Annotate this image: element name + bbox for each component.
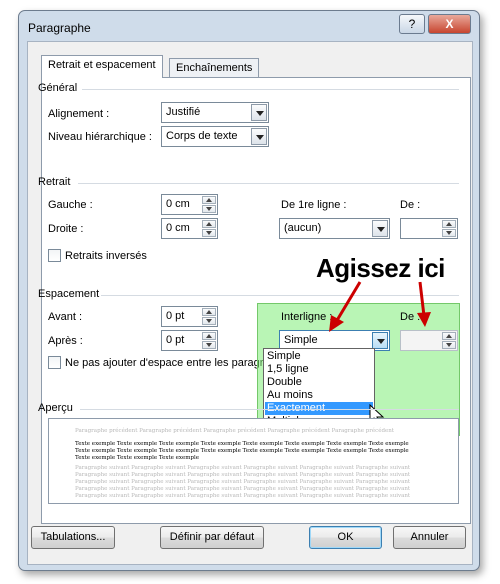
annotation-arrow-2 xyxy=(418,281,426,317)
preview-heading: Aperçu xyxy=(38,402,73,414)
tab-indent-spacing-label: Retrait et espacement xyxy=(48,59,156,71)
annotation-arrow-1 xyxy=(334,281,362,323)
preview-box: Paragraphe précédent Paragraphe précéden… xyxy=(48,418,459,504)
preview-next-line-2: Paragraphe suivant Paragraphe suivant Pa… xyxy=(75,472,411,478)
preview-next-line-1: Paragraphe suivant Paragraphe suivant Pa… xyxy=(75,465,411,471)
ok-button[interactable]: OK xyxy=(309,526,382,549)
annotation-arrowhead-2 xyxy=(417,312,431,327)
preview-sample-line-2: Texte exemple Texte exemple Texte exempl… xyxy=(75,448,409,454)
annotation-arrowhead-1 xyxy=(329,315,344,332)
preview-sample-line-3: Texte exemple Texte exemple Texte exempl… xyxy=(75,455,200,461)
set-default-button[interactable]: Définir par défaut xyxy=(160,526,264,549)
tabs-button[interactable]: Tabulations... xyxy=(31,526,115,549)
preview-next-line-4: Paragraphe suivant Paragraphe suivant Pa… xyxy=(75,486,411,492)
preview-next-line-3: Paragraphe suivant Paragraphe suivant Pa… xyxy=(75,479,411,485)
cancel-button[interactable]: Annuler xyxy=(393,526,466,549)
preview-prev-line: Paragraphe précédent Paragraphe précéden… xyxy=(75,428,395,434)
preview-sample-line-1: Texte exemple Texte exemple Texte exempl… xyxy=(75,441,409,447)
preview-next-line-5: Paragraphe suivant Paragraphe suivant Pa… xyxy=(75,493,411,499)
tab-indent-spacing[interactable]: Retrait et espacement xyxy=(41,55,163,78)
preview-divider xyxy=(80,409,459,410)
